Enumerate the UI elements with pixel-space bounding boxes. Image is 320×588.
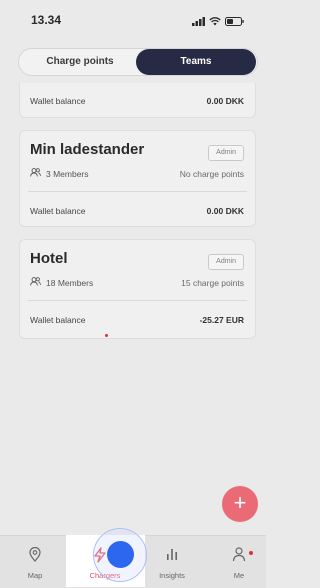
wallet-balance-value: -25.27 EUR	[199, 315, 244, 325]
charge-points-count: 15 charge points	[181, 278, 244, 288]
bar-chart-icon	[165, 547, 179, 566]
members-icon	[30, 168, 41, 179]
divider	[28, 191, 247, 192]
team-card[interactable]: Hotel Admin 18 Members 15 charge points …	[19, 239, 256, 339]
status-bar: 13.34	[0, 0, 266, 36]
members-text: 3 Members	[46, 168, 89, 179]
indicator-dot	[105, 334, 108, 337]
tab-charge-points[interactable]: Charge points	[20, 49, 140, 75]
wallet-balance-label: Wallet balance	[30, 315, 86, 325]
team-card[interactable]: Wallet balance 0.00 DKK	[19, 83, 256, 118]
status-time: 13.34	[31, 13, 62, 27]
nav-label: Map	[27, 571, 43, 580]
map-pin-icon	[29, 546, 41, 567]
touch-indicator	[107, 541, 134, 568]
battery-icon	[225, 13, 244, 31]
status-icons	[192, 13, 244, 31]
team-name: Min ladestander	[30, 141, 145, 158]
wallet-balance-value: 0.00 DKK	[206, 206, 244, 216]
add-button[interactable]: +	[222, 486, 258, 522]
role-badge: Admin	[208, 254, 244, 270]
wifi-icon	[209, 13, 221, 31]
members-icon	[30, 277, 41, 288]
nav-label: Insights	[159, 571, 185, 580]
members-count: 3 Members	[30, 168, 89, 179]
members-text: 18 Members	[46, 277, 94, 288]
notification-dot	[249, 551, 253, 555]
role-badge: Admin	[208, 145, 244, 161]
signal-icon	[192, 13, 205, 31]
tab-switcher: Charge points Teams	[18, 48, 258, 76]
user-icon	[232, 547, 246, 567]
team-card[interactable]: Min ladestander Admin 3 Members No charg…	[19, 130, 256, 227]
nav-insights[interactable]: Insights	[145, 535, 199, 585]
members-count: 18 Members	[30, 277, 93, 288]
wallet-balance-value: 0.00 DKK	[206, 96, 244, 106]
wallet-balance-label: Wallet balance	[30, 206, 86, 216]
nav-map[interactable]: Map	[8, 535, 62, 585]
nav-me[interactable]: Me	[212, 535, 266, 585]
nav-label: Me	[233, 571, 245, 580]
tab-teams[interactable]: Teams	[136, 49, 256, 75]
wallet-balance-label: Wallet balance	[30, 96, 86, 106]
team-name: Hotel	[30, 250, 68, 267]
divider	[28, 300, 247, 301]
charge-points-count: No charge points	[179, 169, 244, 179]
